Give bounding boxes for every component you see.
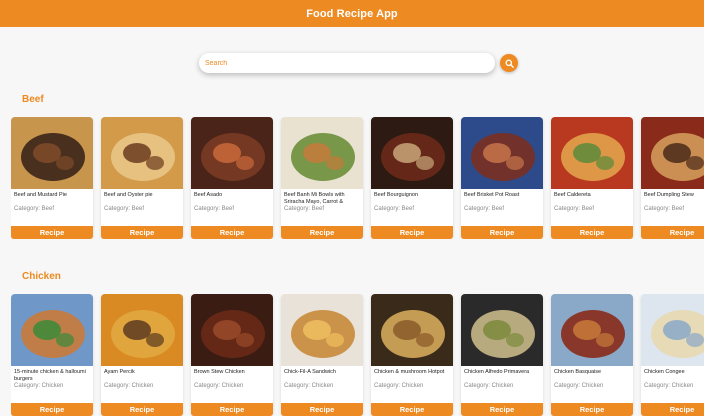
app-header: Food Recipe App	[0, 0, 704, 27]
recipe-name: Beef Asado	[194, 192, 223, 198]
recipe-card[interactable]: Beef and Mustard Pie Category: Beef Recipe	[11, 117, 93, 239]
recipe-card[interactable]: Beef Dumpling Stew Category: Beef Recipe	[641, 117, 704, 239]
chicken-recipe-row: 15-minute chicken & halloumi burgers Cate…	[11, 294, 704, 416]
recipe-name: Beef and Mustard Pie	[14, 192, 67, 198]
app-title: Food Recipe App	[306, 7, 398, 20]
recipe-card[interactable]: Brown Stew Chicken Category: Chicken Recip…	[191, 294, 273, 416]
recipe-card[interactable]: Chicken Basquaise Category: Chicken Recipe	[551, 294, 633, 416]
recipe-button[interactable]: Recipe	[461, 226, 543, 239]
recipe-thumbnail	[371, 117, 453, 189]
recipe-name: Beef Banh Mi Bowls with Sriracha Mayo, C…	[284, 192, 345, 205]
recipe-thumbnail	[371, 294, 453, 366]
recipe-card[interactable]: Beef Banh Mi Bowls with Sriracha Mayo, C…	[281, 117, 363, 239]
recipe-category: Category: Beef	[14, 206, 55, 212]
search-bar	[199, 53, 518, 73]
recipe-category: Category: Beef	[284, 206, 325, 212]
recipe-button[interactable]: Recipe	[371, 226, 453, 239]
recipe-thumbnail	[191, 117, 273, 189]
recipe-thumbnail	[11, 294, 93, 366]
recipe-card[interactable]: Chicken Alfredo Primavera Category: Chick…	[461, 294, 543, 416]
recipe-button[interactable]: Recipe	[11, 226, 93, 239]
search-icon	[504, 58, 514, 68]
recipe-button[interactable]: Recipe	[101, 226, 183, 239]
recipe-category: Category: Chicken	[104, 383, 154, 389]
recipe-category: Category: Beef	[194, 206, 235, 212]
recipe-thumbnail	[551, 117, 633, 189]
recipe-thumbnail	[551, 294, 633, 366]
recipe-name: Beef Dumpling Stew	[644, 192, 694, 198]
recipe-thumbnail	[641, 117, 704, 189]
recipe-name: Chick-Fil-A Sandwich	[284, 369, 336, 375]
recipe-card[interactable]: Beef Brisket Pot Roast Category: Beef Reci…	[461, 117, 543, 239]
recipe-thumbnail	[101, 294, 183, 366]
recipe-button[interactable]: Recipe	[191, 226, 273, 239]
recipe-name: Beef Caldereta	[554, 192, 591, 198]
recipe-card[interactable]: Chicken & mushroom Hotpot Category: Chick…	[371, 294, 453, 416]
recipe-card[interactable]: Beef and Oyster pie Category: Beef Recipe	[101, 117, 183, 239]
search-input[interactable]	[199, 53, 495, 73]
recipe-category: Category: Beef	[464, 206, 505, 212]
recipe-card[interactable]: Chicken Congee Category: Chicken Recipe	[641, 294, 704, 416]
recipe-name: Chicken Congee	[644, 369, 685, 375]
recipe-category: Category: Beef	[374, 206, 415, 212]
recipe-name: Chicken & mushroom Hotpot	[374, 369, 445, 375]
recipe-name: 15-minute chicken & halloumi burgers	[14, 369, 86, 382]
section-title-beef: Beef	[22, 94, 44, 105]
recipe-button[interactable]: Recipe	[281, 226, 363, 239]
recipe-category: Category: Chicken	[554, 383, 604, 389]
recipe-thumbnail	[101, 117, 183, 189]
recipe-name: Ayam Percik	[104, 369, 135, 375]
recipe-name: Beef Bourguignon	[374, 192, 419, 198]
search-button[interactable]	[500, 54, 518, 72]
recipe-thumbnail	[641, 294, 704, 366]
recipe-button[interactable]: Recipe	[641, 226, 704, 239]
recipe-category: Category: Chicken	[644, 383, 694, 389]
recipe-thumbnail	[281, 294, 363, 366]
recipe-thumbnail	[461, 294, 543, 366]
recipe-name: Chicken Basquaise	[554, 369, 602, 375]
recipe-category: Category: Beef	[104, 206, 145, 212]
recipe-category: Category: Chicken	[284, 383, 334, 389]
recipe-card[interactable]: Beef Caldereta Category: Beef Recipe	[551, 117, 633, 239]
recipe-category: Category: Beef	[554, 206, 595, 212]
recipe-thumbnail	[11, 117, 93, 189]
recipe-thumbnail	[281, 117, 363, 189]
recipe-category: Category: Chicken	[194, 383, 244, 389]
recipe-thumbnail	[461, 117, 543, 189]
recipe-name: Chicken Alfredo Primavera	[464, 369, 530, 375]
recipe-category: Category: Chicken	[14, 383, 64, 389]
recipe-name: Brown Stew Chicken	[194, 369, 245, 375]
section-title-chicken: Chicken	[22, 271, 61, 282]
recipe-card[interactable]: Beef Bourguignon Category: Beef Recipe	[371, 117, 453, 239]
recipe-card[interactable]: Ayam Percik Category: Chicken Recipe	[101, 294, 183, 416]
recipe-category: Category: Chicken	[374, 383, 424, 389]
recipe-category: Category: Beef	[644, 206, 685, 212]
recipe-category: Category: Chicken	[464, 383, 514, 389]
recipe-button[interactable]: Recipe	[551, 226, 633, 239]
recipe-thumbnail	[191, 294, 273, 366]
recipe-name: Beef and Oyster pie	[104, 192, 153, 198]
recipe-name: Beef Brisket Pot Roast	[464, 192, 520, 198]
recipe-card[interactable]: Chick-Fil-A Sandwich Category: Chicken Rec…	[281, 294, 363, 416]
beef-recipe-row: Beef and Mustard Pie Category: Beef Recipe…	[11, 117, 704, 239]
recipe-card[interactable]: Beef Asado Category: Beef Recipe	[191, 117, 273, 239]
recipe-card[interactable]: 15-minute chicken & halloumi burgers Cate…	[11, 294, 93, 416]
